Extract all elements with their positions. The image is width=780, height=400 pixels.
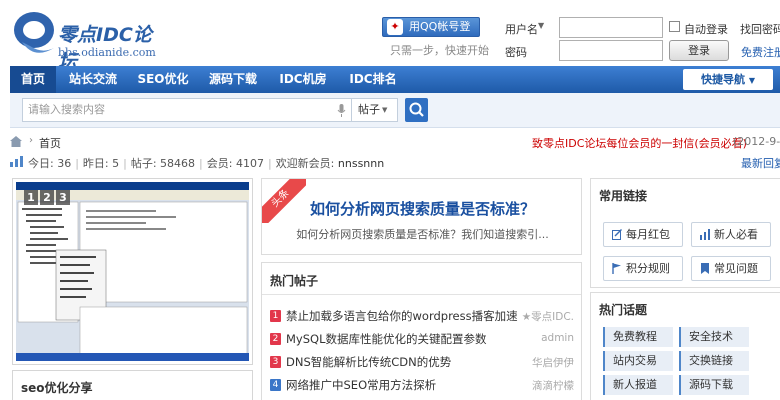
headline-title[interactable]: 如何分析网页搜索质量是否标准？ xyxy=(262,198,583,219)
hot-post-author[interactable]: 滴滴柠檬 xyxy=(532,378,574,393)
rank-badge: 4 xyxy=(270,379,281,391)
slideshow-image[interactable]: 1 2 3 xyxy=(16,182,249,361)
topic-tag[interactable]: 站内交易 xyxy=(603,351,673,371)
stats-chart-icon xyxy=(10,156,23,167)
topic-tag[interactable]: 源码下载 xyxy=(679,375,749,395)
rank-badge: 1 xyxy=(270,310,281,322)
hot-post-author[interactable]: ★零点IDC. xyxy=(522,309,574,324)
chevron-down-icon: ▼ xyxy=(748,76,755,85)
username-input[interactable] xyxy=(559,17,663,38)
qq-login-button[interactable]: ✦ 用QQ帐号登录 xyxy=(382,17,480,51)
microphone-icon[interactable] xyxy=(337,104,346,117)
search-button[interactable] xyxy=(405,98,428,122)
welcome-prefix: 欢迎新会员: xyxy=(275,157,338,170)
latest-reply-link[interactable]: 最新回复 xyxy=(741,155,780,171)
announcement-date: (2012-9-1) xyxy=(733,135,780,148)
common-links-title: 常用链接 xyxy=(599,189,648,203)
headline-summary[interactable]: 如何分析网页搜索质量是否标准？我们知道搜索引... xyxy=(262,226,583,242)
link-label: 积分规则 xyxy=(626,262,670,275)
screenshot-thumbnail-icon xyxy=(16,182,249,361)
slideshow[interactable]: 1 2 3 xyxy=(12,178,253,365)
common-links-section: 常用链接 每月红包 新人必看 积分规则 常见问题 xyxy=(590,178,780,288)
search-icon xyxy=(409,102,424,117)
announcement-link[interactable]: 致零点IDC论坛每位会员的一封信(会员必看) xyxy=(532,135,747,151)
forgot-password-link[interactable]: 找回密码 xyxy=(740,21,780,37)
site-logo[interactable]: 零点IDC论坛 bbs.odianide.com xyxy=(12,8,162,73)
slide-badge[interactable]: 1 xyxy=(24,190,38,205)
bar-chart-icon xyxy=(700,229,710,240)
hot-topics-title: 热门话题 xyxy=(599,303,648,317)
hot-posts-title: 热门帖子 xyxy=(270,274,319,288)
headline-box: 头条 如何分析网页搜索质量是否标准？ 如何分析网页搜索质量是否标准？我们知道搜索… xyxy=(261,178,582,255)
qq-icon: ✦ xyxy=(387,19,403,35)
hot-post-title[interactable]: 网络推广中SEO常用方法探析 xyxy=(286,377,436,393)
nav-item-webmaster[interactable]: 站长交流 xyxy=(60,66,126,93)
breadcrumb-separator-icon: › xyxy=(29,135,33,146)
stat-members: 会员: 4107 xyxy=(206,157,264,170)
auto-login-checkbox[interactable] xyxy=(669,21,680,32)
home-icon[interactable] xyxy=(10,136,22,147)
auto-login-label: 自动登录 xyxy=(684,23,728,36)
forum-stats: 今日: 36 | 昨日: 5 | 帖子: 58468 | 会员: 4107 | 欢迎新会员: n… xyxy=(28,157,385,170)
bookmark-icon xyxy=(701,263,709,274)
hot-post-title[interactable]: DNS智能解析比传统CDN的优势 xyxy=(286,354,451,370)
link-points-rules[interactable]: 积分规则 xyxy=(603,256,683,281)
hot-posts-header: 热门帖子 xyxy=(262,263,581,295)
logo-emblem-icon xyxy=(14,12,54,53)
qq-login-hint: 只需一步，快速开始 xyxy=(390,44,489,57)
link-label: 常见问题 xyxy=(714,262,758,275)
hot-topics-section: 热门话题 免费教程 安全技术 站内交易 交换链接 新人报道 源码下载 xyxy=(590,292,780,400)
stat-yesterday: 昨日: 5 xyxy=(82,157,120,170)
edit-icon xyxy=(612,229,622,240)
topic-tag[interactable]: 安全技术 xyxy=(679,327,749,347)
register-link[interactable]: 免费注册 xyxy=(741,44,780,60)
logo-url: bbs.odianide.com xyxy=(58,46,156,59)
slide-badge[interactable]: 3 xyxy=(56,190,70,205)
nav-item-idc-ranking[interactable]: IDC排名 xyxy=(340,66,406,93)
nav-item-home[interactable]: 首页 xyxy=(10,66,56,93)
hot-post-title[interactable]: 禁止加载多语言包给你的wordpress播客加速 xyxy=(286,308,518,324)
link-faq[interactable]: 常见问题 xyxy=(691,256,771,281)
seo-share-title: seo优化分享 xyxy=(21,381,93,395)
quick-nav-button[interactable]: 快捷导航 ▼ xyxy=(683,69,773,90)
hot-post-title[interactable]: MySQL数据库性能优化的关键配置参数 xyxy=(286,331,487,347)
hot-post-row[interactable]: 2 MySQL数据库性能优化的关键配置参数 admin xyxy=(270,330,576,348)
topic-tag[interactable]: 新人报道 xyxy=(603,375,673,395)
chevron-down-icon: ▼ xyxy=(382,106,388,114)
rank-badge: 2 xyxy=(270,333,281,345)
stat-today: 今日: 36 xyxy=(28,157,72,170)
link-monthly-red-packet[interactable]: 每月红包 xyxy=(603,222,683,247)
login-button[interactable]: 登录 xyxy=(669,40,729,61)
link-label: 每月红包 xyxy=(626,228,670,241)
hot-post-row[interactable]: 4 网络推广中SEO常用方法探析 滴滴柠檬 xyxy=(270,376,576,394)
hot-posts-section: 热门帖子 1 禁止加载多语言包给你的wordpress播客加速 ★零点IDC. … xyxy=(261,262,582,400)
nav-item-source-download[interactable]: 源码下载 xyxy=(200,66,266,93)
search-input[interactable]: 请输入搜索内容 xyxy=(22,98,352,122)
topic-tag[interactable]: 交换链接 xyxy=(679,351,749,371)
stat-posts: 帖子: 58468 xyxy=(130,157,196,170)
username-label: 用户名 xyxy=(505,23,538,36)
flag-icon xyxy=(612,263,621,274)
hot-post-row[interactable]: 1 禁止加载多语言包给你的wordpress播客加速 ★零点IDC. xyxy=(270,307,576,325)
password-label: 密码 xyxy=(505,46,527,59)
quick-nav-label: 快捷导航 xyxy=(701,73,745,86)
username-type-dropdown-icon[interactable]: ▼ xyxy=(538,21,544,30)
search-type-select[interactable]: 帖子 xyxy=(352,98,398,122)
nav-item-seo[interactable]: SEO优化 xyxy=(130,66,196,93)
main-nav: 首页 站长交流 SEO优化 源码下载 IDC机房 IDC排名 xyxy=(10,66,780,93)
hot-post-author[interactable]: admin xyxy=(541,332,574,344)
slide-badge[interactable]: 2 xyxy=(40,190,54,205)
rank-badge: 3 xyxy=(270,356,281,368)
new-member-link[interactable]: nnssnnn xyxy=(338,157,384,170)
nav-item-idc-datacenter[interactable]: IDC机房 xyxy=(270,66,336,93)
seo-share-section: seo优化分享 xyxy=(12,370,253,400)
hot-post-author[interactable]: 华启伊伊 xyxy=(532,355,574,370)
link-label: 新人必看 xyxy=(714,228,758,241)
breadcrumb-home[interactable]: 首页 xyxy=(39,135,61,151)
topic-tag[interactable]: 免费教程 xyxy=(603,327,673,347)
hot-post-row[interactable]: 3 DNS智能解析比传统CDN的优势 华启伊伊 xyxy=(270,353,576,371)
link-newbie-guide[interactable]: 新人必看 xyxy=(691,222,771,247)
password-input[interactable] xyxy=(559,40,663,61)
